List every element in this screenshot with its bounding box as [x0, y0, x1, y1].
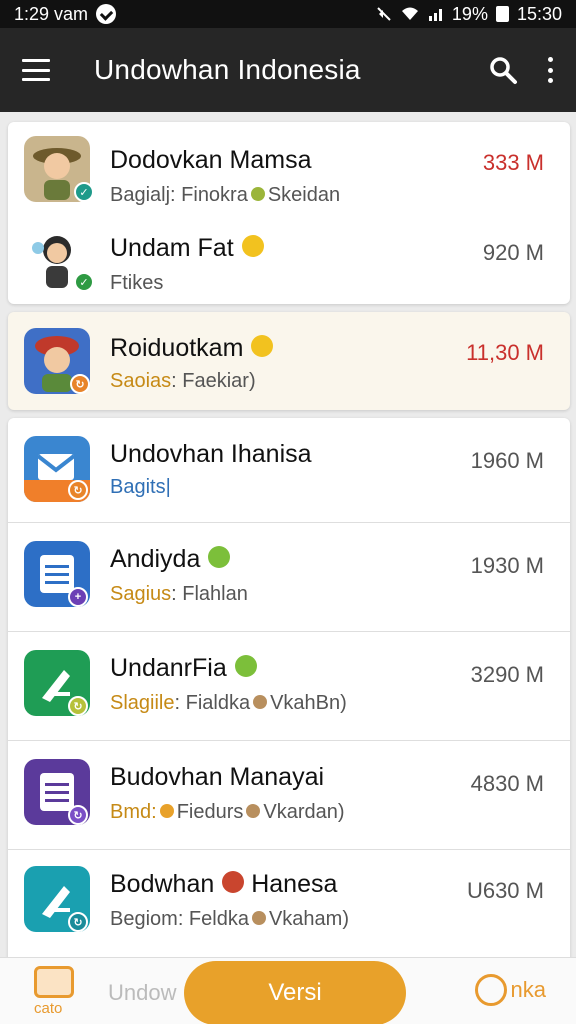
- emoji-icon: [234, 655, 257, 678]
- status-time: 1:29 vam: [14, 3, 89, 24]
- bottom-bar: cato Undow Versi nka: [0, 957, 576, 1024]
- item-title: Roiduotkam: [110, 334, 274, 363]
- versi-button[interactable]: Versi: [184, 961, 406, 1024]
- battery-percent: 19%: [451, 3, 488, 24]
- item-size: U630 M: [466, 878, 544, 903]
- bottom-right-label: nka: [510, 977, 546, 1002]
- list-item[interactable]: ↻ UndanrFia Slagiile: Fialdka VkahBn) 329…: [8, 632, 570, 740]
- list-card: ✓ Dodovkan Mamsa Bagialj: Finokra Skeidan…: [8, 122, 570, 304]
- list-item[interactable]: + Andiyda Sagius: Flahlan 1930 M: [8, 523, 570, 631]
- list-item[interactable]: ↻ Bodwhan Hanesa Begiom: Feldka Vkaham) U…: [8, 850, 570, 957]
- item-size: 11,30 M: [466, 340, 544, 365]
- item-subtitle: Saoias: Faekiar): [110, 370, 256, 392]
- emoji-icon: [222, 871, 245, 894]
- item-title: UndanrFia: [110, 654, 257, 683]
- emoji-icon: [251, 910, 266, 925]
- app-list: ✓ Dodovkan Mamsa Bagialj: Finokra Skeidan…: [0, 112, 576, 957]
- badge-icon: ↻: [68, 912, 88, 932]
- ghost-text: Undow: [108, 980, 177, 1005]
- app-bar: Undowhan Indonesia: [0, 28, 576, 112]
- list-card-highlighted: ↻ Roiduotkam Saoias: Faekiar) 11,30 M: [8, 312, 570, 410]
- emoji-icon: [208, 546, 231, 569]
- mute-icon: [377, 7, 391, 21]
- item-title: Andiyda: [110, 545, 231, 574]
- item-size: 3290 M: [470, 662, 544, 687]
- verified-badge-icon: ✓: [74, 272, 94, 292]
- page-title: Undowhan Indonesia: [94, 54, 361, 85]
- gallery-icon: [34, 966, 74, 998]
- item-subtitle: Ftikes: [110, 272, 164, 294]
- list-item[interactable]: ↻ Undovhan Ihanisa Bagits| 1960 M: [8, 418, 570, 522]
- emoji-icon: [250, 186, 265, 201]
- menu-icon[interactable]: [22, 59, 50, 81]
- list-card: ↻ Undovhan Ihanisa Bagits| 1960 M + Andi…: [8, 418, 570, 957]
- item-subtitle: Bmd: Fiedurs Vkardan): [110, 801, 345, 823]
- item-title: Budovhan Manayai: [110, 763, 325, 791]
- wifi-icon: [401, 7, 418, 20]
- chat-icon: [474, 974, 507, 1006]
- item-size: 4830 M: [470, 771, 544, 796]
- item-size: 920 M: [482, 240, 544, 265]
- signal-icon: [428, 9, 442, 21]
- item-subtitle: Bagits|: [110, 476, 171, 498]
- add-badge-icon: +: [68, 587, 88, 607]
- search-icon[interactable]: [488, 55, 518, 85]
- emoji-icon: [253, 694, 268, 709]
- badge-icon: ↻: [68, 696, 88, 716]
- list-item[interactable]: ↻ Roiduotkam Saoias: Faekiar) 11,30 M: [8, 312, 570, 410]
- list-item[interactable]: ✓ Undam Fat Ftikes 920 M: [8, 214, 570, 304]
- item-title: Undam Fat: [110, 234, 264, 263]
- item-size: 1930 M: [470, 553, 544, 578]
- list-item[interactable]: ↻ Budovhan Manayai Bmd: Fiedurs Vkardan) 4…: [8, 741, 570, 849]
- item-title: Undovhan Ihanisa: [110, 440, 312, 468]
- bottom-left-label: cato: [34, 1000, 63, 1017]
- badge-icon: ↻: [68, 805, 88, 825]
- item-size: 1960 M: [470, 448, 544, 473]
- item-subtitle: Sagius: Flahlan: [110, 583, 248, 605]
- bottom-left-button[interactable]: cato: [34, 966, 80, 1018]
- item-subtitle: Slagiile: Fialdka VkahBn): [110, 692, 347, 714]
- bottom-right-button[interactable]: nka: [474, 974, 546, 1006]
- emoji-icon: [251, 335, 274, 358]
- item-size: 333 M: [482, 150, 544, 175]
- status-bar: 1:29 vam 19% 15:30: [0, 0, 576, 28]
- verified-badge-icon: ✓: [74, 182, 94, 202]
- item-title: Bodwhan Hanesa: [110, 870, 338, 898]
- item-subtitle: Begiom: Feldka Vkaham): [110, 908, 349, 930]
- emoji-icon: [159, 803, 174, 818]
- list-item[interactable]: ✓ Dodovkan Mamsa Bagialj: Finokra Skeidan…: [8, 122, 570, 214]
- battery-icon: [495, 6, 509, 22]
- status-clock: 15:30: [516, 3, 562, 24]
- emoji-icon: [246, 803, 261, 818]
- badge-icon: ↻: [70, 374, 90, 394]
- item-title: Dodovkan Mamsa: [110, 146, 312, 174]
- item-subtitle: Bagialj: Finokra Skeidan: [110, 184, 341, 206]
- emoji-icon: [241, 235, 264, 258]
- messenger-icon: [96, 4, 117, 24]
- overflow-menu-icon[interactable]: [546, 57, 554, 83]
- badge-icon: ↻: [68, 480, 88, 500]
